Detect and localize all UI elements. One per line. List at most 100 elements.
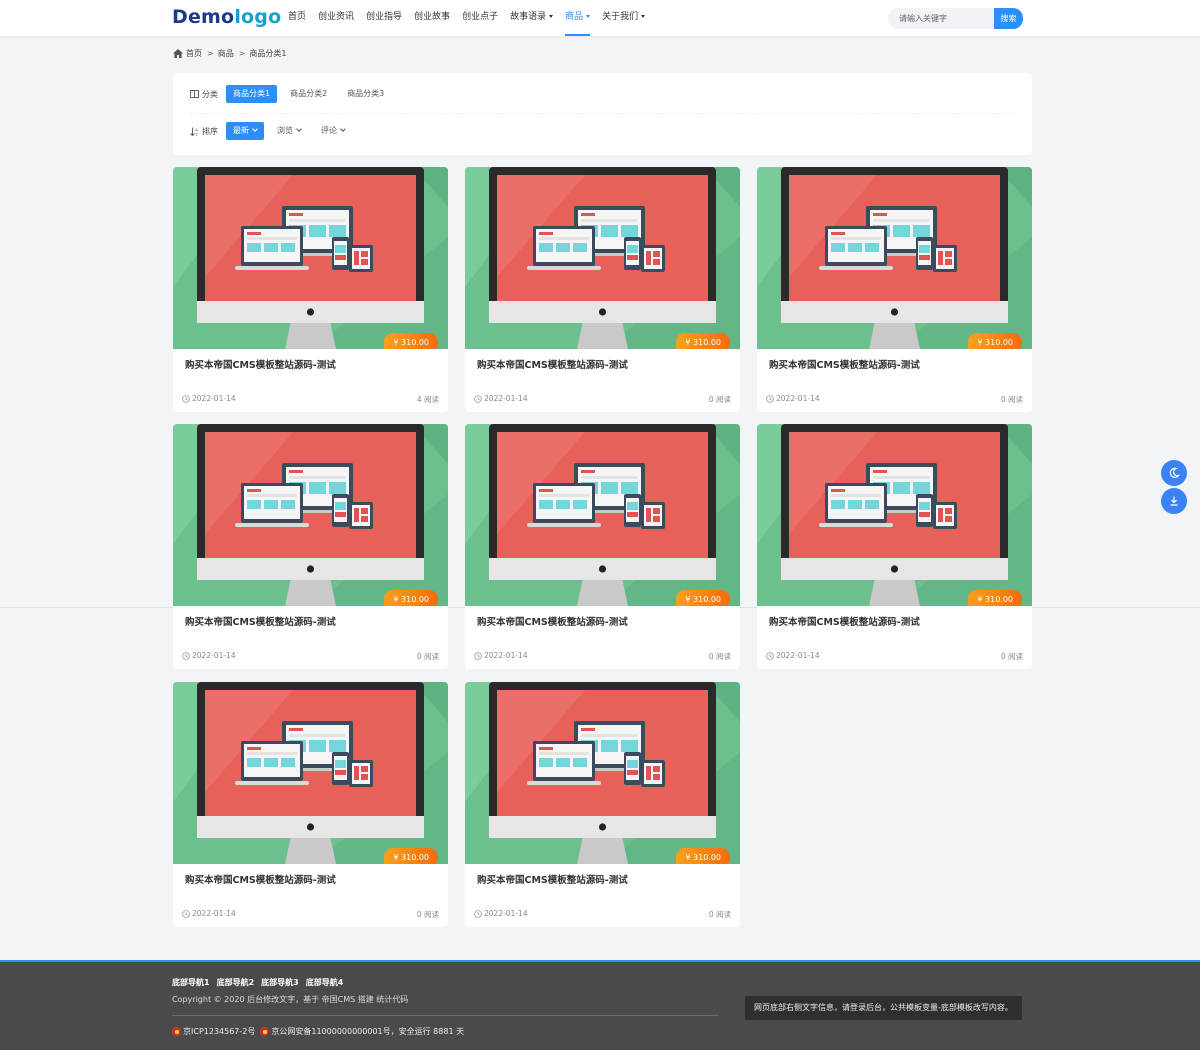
product-title[interactable]: 购买本帝国CMS模板整站源码-测试 [185, 357, 336, 371]
product-card[interactable]: ¥ 310.00 购买本帝国CMS模板整站源码-测试 2022-01-14 0 … [173, 682, 448, 927]
product-thumbnail[interactable]: ¥ 310.00 [757, 167, 1032, 349]
price-badge: ¥ 310.00 [384, 590, 438, 606]
emblem-icon [172, 1027, 181, 1036]
product-views: 0 阅读 [416, 652, 439, 661]
main-nav: 首页 创业资讯 创业指导 创业故事 创业点子 故事语录 商品 关于我们 [288, 0, 657, 36]
breadcrumb-separator: > [238, 49, 246, 58]
price-badge: ¥ 310.00 [384, 848, 438, 864]
search-button[interactable]: 搜索 [994, 8, 1023, 29]
site-header: Demologo 首页 创业资讯 创业指导 创业故事 创业点子 故事语录 商品 … [0, 0, 1200, 36]
product-date-text: 2022-01-14 [484, 651, 528, 660]
nav-guide[interactable]: 创业指导 [366, 0, 402, 36]
product-views: 0 阅读 [708, 652, 731, 661]
product-card[interactable]: ¥ 310.00 购买本帝国CMS模板整站源码-测试 2022-01-14 0 … [173, 424, 448, 669]
logo-part1: Demo [172, 6, 235, 28]
imac-illustration [173, 167, 448, 349]
product-thumbnail[interactable]: ¥ 310.00 [465, 682, 740, 864]
product-views: 0 阅读 [708, 910, 731, 919]
category-chip-1[interactable]: 商品分类1 [226, 85, 278, 103]
product-date: 2022-01-14 [474, 651, 528, 660]
sort-latest-label: 最新 [233, 126, 249, 135]
imac-illustration [173, 682, 448, 864]
svg-text:Z: Z [195, 131, 198, 135]
download-icon [1170, 496, 1178, 506]
product-date: 2022-01-14 [182, 909, 236, 918]
breadcrumb-products[interactable]: 商品 [218, 48, 234, 59]
footer-nav-2[interactable]: 底部导航2 [217, 977, 255, 988]
category-chip-3[interactable]: 商品分类3 [340, 85, 391, 103]
product-thumbnail[interactable]: ¥ 310.00 [173, 167, 448, 349]
imac-illustration [757, 424, 1032, 606]
nav-quotes-label: 故事语录 [510, 12, 547, 22]
product-date-text: 2022-01-14 [192, 909, 236, 918]
footer-nav: 底部导航1 底部导航2 底部导航3 底部导航4 [172, 977, 350, 988]
product-title[interactable]: 购买本帝国CMS模板整站源码-测试 [769, 614, 920, 628]
sort-comments-label: 评论 [321, 126, 337, 135]
nav-news[interactable]: 创业资讯 [318, 0, 354, 36]
clock-icon [766, 394, 774, 403]
sort-icon: AZ [190, 127, 198, 136]
sort-label: AZ 排序 [190, 126, 218, 137]
product-date-text: 2022-01-14 [776, 394, 820, 403]
footer-nav-1[interactable]: 底部导航1 [172, 977, 210, 988]
site-logo[interactable]: Demologo [172, 6, 281, 28]
footer-nav-3[interactable]: 底部导航3 [261, 977, 299, 988]
dark-mode-button[interactable] [1161, 460, 1187, 486]
product-thumbnail[interactable]: ¥ 310.00 [757, 424, 1032, 606]
product-date: 2022-01-14 [474, 394, 528, 403]
caret-down-icon [641, 15, 646, 18]
chevron-down-icon [340, 126, 346, 132]
product-card[interactable]: ¥ 310.00 购买本帝国CMS模板整站源码-测试 2022-01-14 4 … [173, 167, 448, 412]
imac-illustration [465, 167, 740, 349]
download-button[interactable] [1161, 488, 1187, 514]
nav-stories[interactable]: 创业故事 [414, 0, 450, 36]
home-icon [173, 49, 183, 58]
footer-copyright: Copyright © 2020 后台修改文字，基于 帝国CMS 搭建 统计代码 [172, 995, 409, 1004]
breadcrumb-current: 商品分类1 [249, 49, 287, 58]
chevron-down-icon [296, 126, 302, 132]
nav-products[interactable]: 商品 [565, 0, 591, 36]
clock-icon [182, 651, 190, 660]
search-input[interactable] [888, 8, 994, 29]
sort-latest[interactable]: 最新 [226, 122, 264, 140]
product-card[interactable]: ¥ 310.00 购买本帝国CMS模板整站源码-测试 2022-01-14 0 … [757, 424, 1032, 669]
product-views: 0 阅读 [416, 910, 439, 919]
police-record[interactable]: 京公网安备11000000000001号，安全运行 8881 天 [271, 1026, 464, 1037]
product-card[interactable]: ¥ 310.00 购买本帝国CMS模板整站源码-测试 2022-01-14 0 … [465, 167, 740, 412]
product-title[interactable]: 购买本帝国CMS模板整站源码-测试 [477, 357, 628, 371]
product-thumbnail[interactable]: ¥ 310.00 [173, 424, 448, 606]
product-title[interactable]: 购买本帝国CMS模板整站源码-测试 [477, 872, 628, 886]
product-card[interactable]: ¥ 310.00 购买本帝国CMS模板整站源码-测试 2022-01-14 0 … [465, 424, 740, 669]
nav-home[interactable]: 首页 [288, 0, 306, 36]
breadcrumb-home[interactable]: 首页 [186, 48, 202, 59]
sort-filter-row: AZ 排序 最新 浏览 评论 [190, 122, 358, 140]
product-date: 2022-01-14 [182, 394, 236, 403]
product-title[interactable]: 购买本帝国CMS模板整站源码-测试 [477, 614, 628, 628]
product-card[interactable]: ¥ 310.00 购买本帝国CMS模板整站源码-测试 2022-01-14 0 … [465, 682, 740, 927]
product-title[interactable]: 购买本帝国CMS模板整站源码-测试 [769, 357, 920, 371]
product-views: 0 阅读 [1000, 395, 1023, 404]
product-thumbnail[interactable]: ¥ 310.00 [465, 424, 740, 606]
sort-comments[interactable]: 评论 [314, 122, 352, 140]
product-views: 0 阅读 [708, 395, 731, 404]
nav-ideas[interactable]: 创业点子 [462, 0, 498, 36]
clock-icon [474, 394, 482, 403]
nav-quotes[interactable]: 故事语录 [510, 0, 554, 36]
product-title[interactable]: 购买本帝国CMS模板整站源码-测试 [185, 872, 336, 886]
category-chip-2[interactable]: 商品分类2 [283, 85, 334, 103]
product-thumbnail[interactable]: ¥ 310.00 [173, 682, 448, 864]
product-date: 2022-01-14 [766, 394, 820, 403]
clock-icon [474, 909, 482, 918]
imac-illustration [465, 682, 740, 864]
filter-panel: 分类 商品分类1 商品分类2 商品分类3 AZ 排序 最新 浏览 评论 [173, 73, 1032, 155]
sort-views[interactable]: 浏览 [270, 122, 308, 140]
product-card[interactable]: ¥ 310.00 购买本帝国CMS模板整站源码-测试 2022-01-14 0 … [757, 167, 1032, 412]
product-title[interactable]: 购买本帝国CMS模板整站源码-测试 [185, 614, 336, 628]
product-thumbnail[interactable]: ¥ 310.00 [465, 167, 740, 349]
icp-number[interactable]: 京ICP1234567-2号 [183, 1026, 255, 1037]
product-date: 2022-01-14 [766, 651, 820, 660]
footer-nav-4[interactable]: 底部导航4 [306, 977, 344, 988]
product-date-text: 2022-01-14 [192, 651, 236, 660]
product-date: 2022-01-14 [474, 909, 528, 918]
nav-about[interactable]: 关于我们 [602, 0, 646, 36]
